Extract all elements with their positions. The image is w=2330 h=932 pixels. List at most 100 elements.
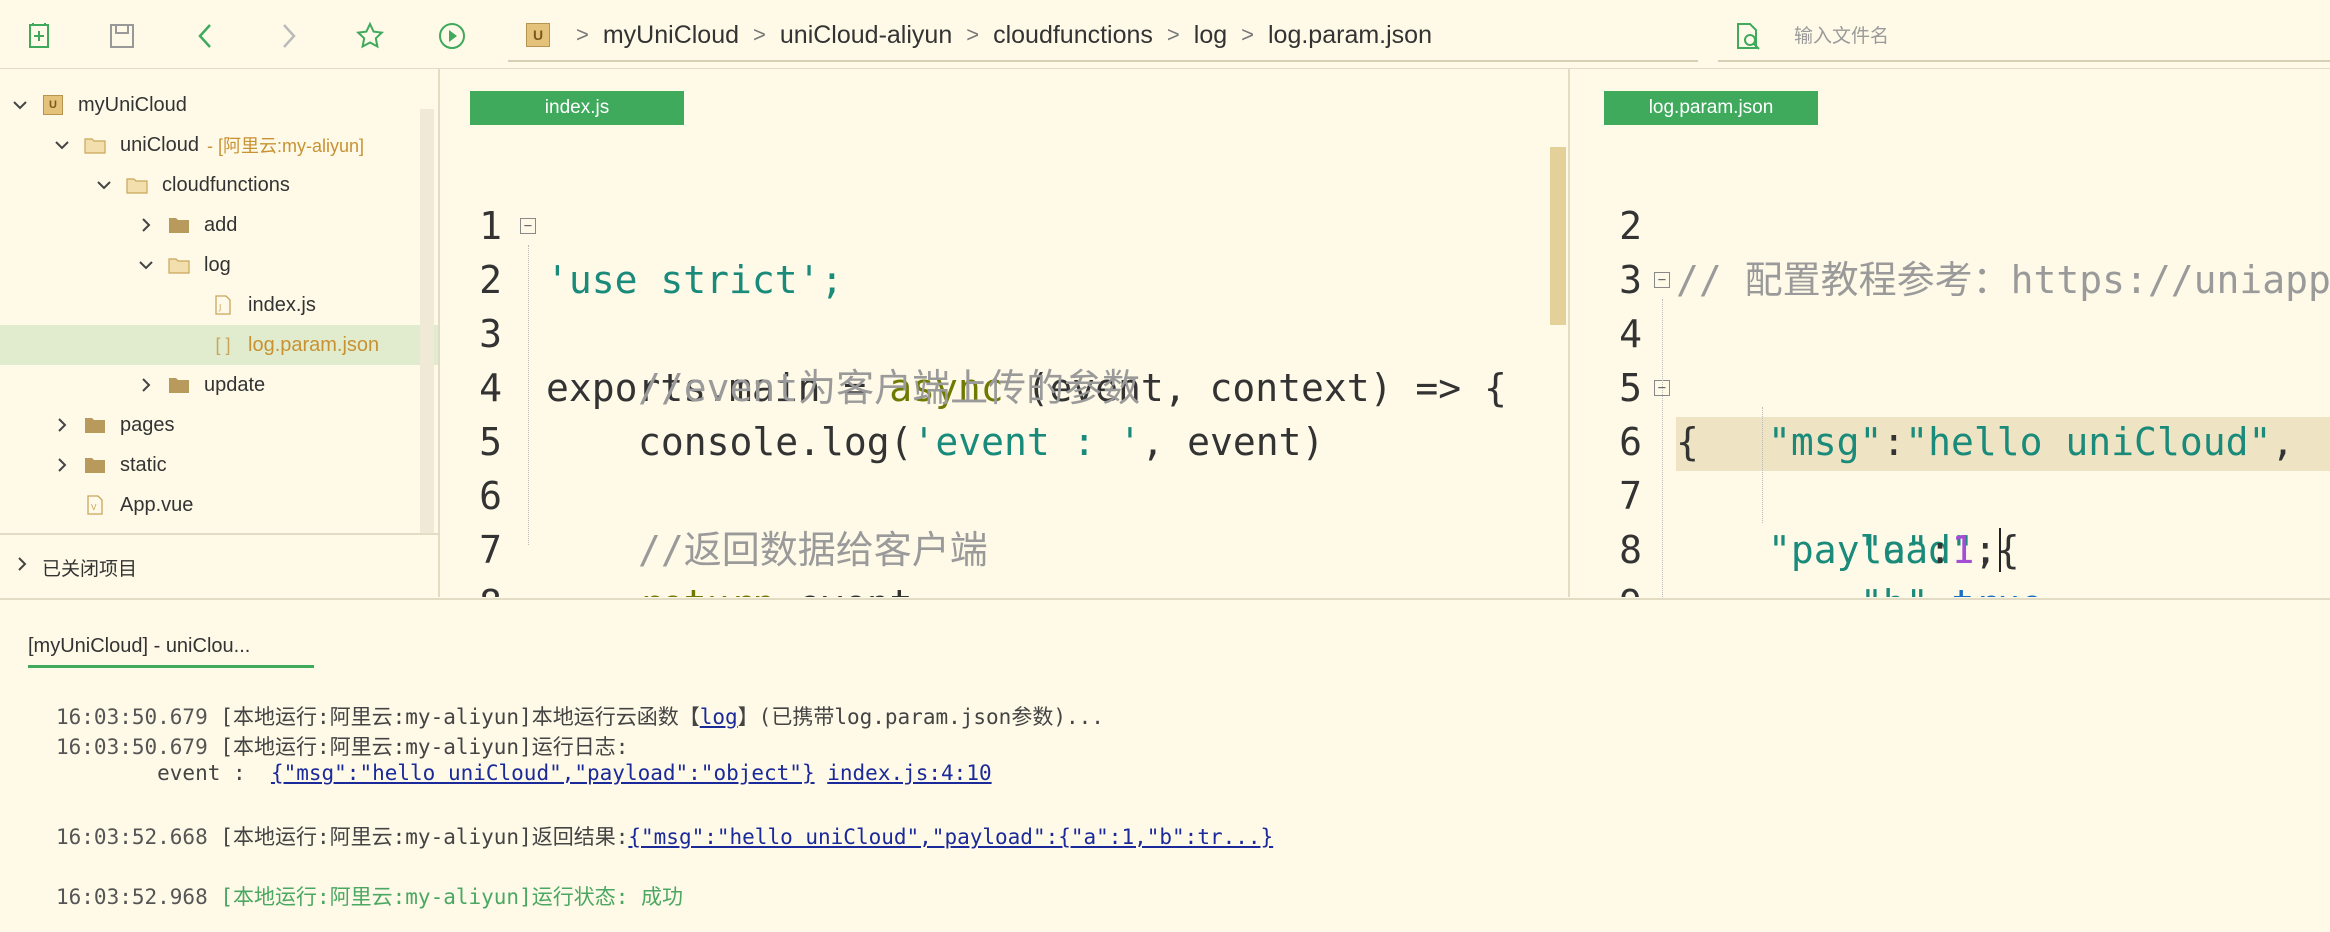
- log-result-link[interactable]: {"msg":"hello uniCloud","payload":{"a":1…: [628, 825, 1273, 849]
- tree-item-log[interactable]: log: [0, 245, 438, 285]
- toolbar: U > myUniCloud > uniCloud-aliyun > cloud…: [0, 0, 2330, 69]
- tree-item-add[interactable]: add: [0, 205, 438, 245]
- chevron-down-icon: [52, 135, 72, 155]
- code-line[interactable]: 3: [1570, 199, 2330, 302]
- new-file-icon[interactable]: [22, 18, 58, 54]
- folder-icon: [168, 375, 190, 395]
- line-number: 8: [440, 577, 502, 597]
- tab-index-js[interactable]: index.js: [470, 91, 684, 125]
- tree-item-label: App.vue: [120, 493, 194, 516]
- file-search-input[interactable]: [1792, 22, 2296, 52]
- tree-item-label: index.js: [248, 293, 316, 316]
- tree-item-app-vue[interactable]: V App.vue: [0, 485, 438, 525]
- tree-item-label: add: [204, 213, 238, 236]
- breadcrumb-item[interactable]: uniCloud-aliyun: [780, 21, 952, 50]
- chevron-right-icon: >: [576, 22, 589, 47]
- tree-item-cloudfunctions[interactable]: cloudfunctions: [0, 165, 438, 205]
- tree-item-static[interactable]: static: [0, 445, 438, 485]
- file-search-icon: [1732, 20, 1764, 52]
- breadcrumb-item[interactable]: cloudfunctions: [993, 21, 1153, 50]
- tree-item-log-param-json[interactable]: [ ] log.param.json: [0, 325, 438, 365]
- code-line[interactable]: 9 }: [1570, 523, 2330, 597]
- folder-icon: [168, 215, 190, 235]
- code-line[interactable]: 2 − exports.main = async (event, context…: [440, 199, 1568, 410]
- project-icon: U: [526, 23, 550, 47]
- fold-toggle-icon[interactable]: −: [1654, 272, 1670, 288]
- tree-item-index-js[interactable]: J index.js: [0, 285, 438, 325]
- tree-item-suffix: - [阿里云:my-aliyun]: [206, 136, 364, 156]
- log-line-success: 16:03:52.968 [本地运行:阿里云:my-aliyun]运行状态: 成…: [56, 885, 684, 909]
- tree-item-pages[interactable]: pages: [0, 405, 438, 445]
- breadcrumb-item[interactable]: log.param.json: [1268, 21, 1432, 50]
- sidebar-scrollbar[interactable]: [420, 109, 434, 539]
- svg-text:V: V: [91, 503, 97, 512]
- code-line[interactable]: 8 "b":true: [1570, 469, 2330, 597]
- tree-item-myunicloud[interactable]: U myUniCloud: [0, 85, 430, 125]
- folder-open-icon: [126, 175, 148, 195]
- tree-item-label: update: [204, 373, 266, 396]
- code-line[interactable]: 5: [440, 361, 1568, 464]
- chevron-right-icon: [52, 455, 72, 475]
- closed-projects-toggle[interactable]: 已关闭项目: [0, 533, 438, 597]
- code-line[interactable]: 7 return event: [440, 469, 1568, 597]
- log-line: 16:03:52.668 [本地运行:阿里云:my-aliyun]返回结果:{"…: [56, 825, 1274, 849]
- fold-toggle-icon[interactable]: −: [520, 218, 536, 234]
- vue-file-icon: V: [84, 495, 106, 515]
- chevron-right-icon: >: [1166, 22, 1180, 47]
- breadcrumb-item[interactable]: log: [1194, 21, 1227, 50]
- tree-item-label: uniCloud: [120, 133, 199, 156]
- closed-projects-label: 已关闭项目: [42, 558, 138, 580]
- forward-icon[interactable]: [270, 18, 306, 54]
- code-line[interactable]: 7 "a":1,: [1570, 415, 2330, 572]
- project-tree: U myUniCloud uniCloud - [阿里云:my-aliyun] …: [0, 69, 440, 597]
- editor-pane-left: index.js 1 'use strict'; 2 − exports.mai…: [440, 69, 1570, 597]
- chevron-right-icon: >: [753, 22, 766, 47]
- star-icon[interactable]: [352, 18, 388, 54]
- code-line[interactable]: 3 //event为客户端上传的参数: [440, 253, 1568, 410]
- tree-item-label: cloudfunctions: [162, 173, 290, 196]
- js-file-icon: J: [212, 295, 234, 315]
- code-line[interactable]: 4 console.log('event : ', event): [440, 307, 1568, 464]
- console-tab[interactable]: [myUniCloud] - uniClou...: [28, 635, 314, 668]
- tree-item-label: myUniCloud: [78, 93, 187, 116]
- log-line: 16:03:50.679 [本地运行:阿里云:my-aliyun]本地运行云函数…: [56, 705, 1104, 729]
- folder-icon: [84, 455, 106, 475]
- tree-item-label: static: [120, 453, 167, 476]
- code-line[interactable]: 8 };: [440, 523, 1568, 597]
- tab-log-param-json[interactable]: log.param.json: [1604, 91, 1818, 125]
- log-line: event : {"msg":"hello uniCloud","payload…: [56, 761, 992, 785]
- code-line[interactable]: 2 // 配置教程参考：https://uniapp.dcloud.net.cn: [1570, 145, 2330, 302]
- fold-guide: [528, 245, 529, 545]
- back-icon[interactable]: [188, 18, 224, 54]
- chevron-right-icon: [136, 375, 156, 395]
- tree-item-unicloud[interactable]: uniCloud - [阿里云:my-aliyun]: [0, 125, 438, 165]
- tree-item-update[interactable]: update: [0, 365, 438, 405]
- save-icon[interactable]: [104, 18, 140, 54]
- log-function-link[interactable]: log: [700, 705, 738, 729]
- json-file-icon: [ ]: [215, 334, 231, 355]
- indent-guide: [1762, 407, 1763, 523]
- chevron-right-icon: >: [1241, 22, 1254, 47]
- console-panel: [myUniCloud] - uniClou... 16:03:50.679 […: [0, 598, 2330, 932]
- log-source-link[interactable]: index.js:4:10: [827, 761, 991, 785]
- folder-icon: [84, 415, 106, 435]
- editor-pane-right: log.param.json 2 // 配置教程参考：https://uniap…: [1570, 69, 2330, 597]
- log-object-link[interactable]: {"msg":"hello uniCloud","payload":"objec…: [271, 761, 815, 785]
- tree-item-label: pages: [120, 413, 175, 436]
- code-line[interactable]: 6 − "payload":{: [1570, 361, 2330, 572]
- run-icon[interactable]: [434, 18, 470, 54]
- chevron-right-icon: [136, 215, 156, 235]
- code-line[interactable]: }: [1570, 577, 2330, 597]
- breadcrumb-item[interactable]: myUniCloud: [603, 21, 739, 50]
- chevron-right-icon: [52, 415, 72, 435]
- fold-guide: [1662, 299, 1663, 597]
- log-line: 16:03:50.679 [本地运行:阿里云:my-aliyun]运行日志:: [56, 735, 629, 759]
- project-icon: U: [42, 95, 64, 115]
- code-line[interactable]: 6 //返回数据给客户端: [440, 415, 1568, 572]
- code-line[interactable]: 4 − {: [1570, 253, 2330, 464]
- editor-scrollbar[interactable]: [1550, 147, 1566, 325]
- chevron-down-icon: [136, 255, 156, 275]
- file-search: [1718, 10, 2330, 62]
- code-line[interactable]: 1 'use strict';: [440, 145, 1568, 302]
- code-line[interactable]: 5 "msg":"hello uniCloud",: [1570, 307, 2330, 464]
